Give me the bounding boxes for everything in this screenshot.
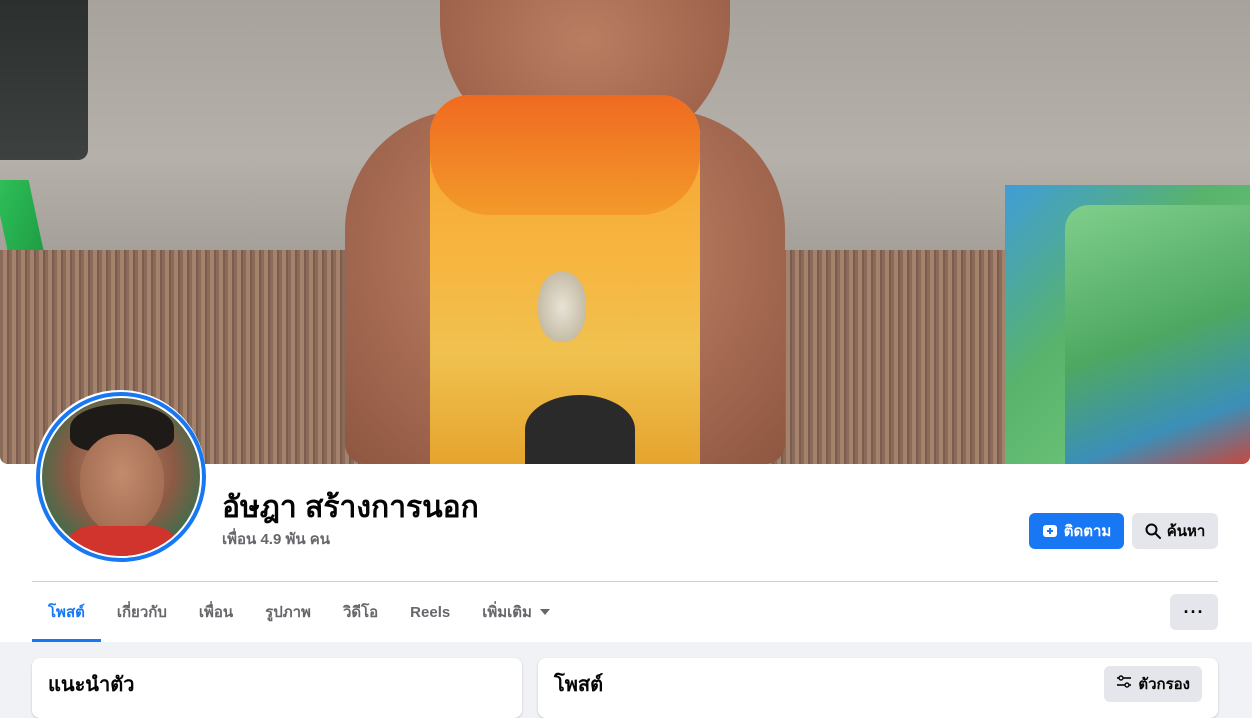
search-icon xyxy=(1145,523,1161,539)
intro-card: แนะนำตัว xyxy=(32,658,522,718)
more-options-button[interactable]: ··· xyxy=(1170,594,1218,630)
tab-label: เกี่ยวกับ xyxy=(116,604,167,621)
profile-name: อัษฎา สร้างการนอก xyxy=(222,491,479,524)
filter-button[interactable]: ตัวกรอง xyxy=(1104,666,1202,702)
cover-shirt-number xyxy=(525,395,635,464)
tab-label: เพิ่มเติม xyxy=(482,604,532,621)
follow-label: ติดตาม xyxy=(1063,523,1112,540)
tab-label: เพื่อน xyxy=(198,604,234,621)
tab-label: วิดีโอ xyxy=(342,604,379,621)
posts-title: โพสต์ xyxy=(554,674,604,696)
filter-icon xyxy=(1116,675,1132,693)
tab-label: โพสต์ xyxy=(48,604,85,621)
profile-tabs: โพสต์ เกี่ยวกับ เพื่อน รูปภาพ วิดีโอ Ree… xyxy=(32,582,566,642)
avatar-face xyxy=(80,434,164,534)
cover-child-shirt-collar xyxy=(430,95,700,215)
filter-label: ตัวกรอง xyxy=(1138,676,1190,693)
tab-label: Reels xyxy=(410,603,451,621)
tab-more[interactable]: เพิ่มเติม xyxy=(466,582,566,642)
follow-icon xyxy=(1042,523,1058,539)
cover-pendant xyxy=(538,272,586,342)
tab-photos[interactable]: รูปภาพ xyxy=(249,582,327,642)
tab-label: รูปภาพ xyxy=(265,604,311,621)
tab-posts[interactable]: โพสต์ xyxy=(32,582,101,642)
caret-down-icon xyxy=(539,609,550,615)
cover-object xyxy=(0,0,88,160)
follow-button[interactable]: ติดตาม xyxy=(1029,513,1124,549)
tab-about[interactable]: เกี่ยวกับ xyxy=(101,582,183,642)
search-label: ค้นหา xyxy=(1166,523,1206,540)
cover-blanket-fold xyxy=(1065,205,1250,464)
intro-title: แนะนำตัว xyxy=(48,674,135,696)
tab-reels[interactable]: Reels xyxy=(394,582,466,642)
tab-videos[interactable]: วิดีโอ xyxy=(327,582,394,642)
friends-count[interactable]: เพื่อน 4.9 พัน คน xyxy=(222,530,330,550)
avatar-shirt xyxy=(62,526,182,556)
tab-friends[interactable]: เพื่อน xyxy=(183,582,249,642)
search-button[interactable]: ค้นหา xyxy=(1132,513,1218,549)
avatar[interactable] xyxy=(42,398,200,556)
posts-card: โพสต์ ตัวกรอง xyxy=(538,658,1218,718)
cover-photo[interactable] xyxy=(0,0,1250,464)
